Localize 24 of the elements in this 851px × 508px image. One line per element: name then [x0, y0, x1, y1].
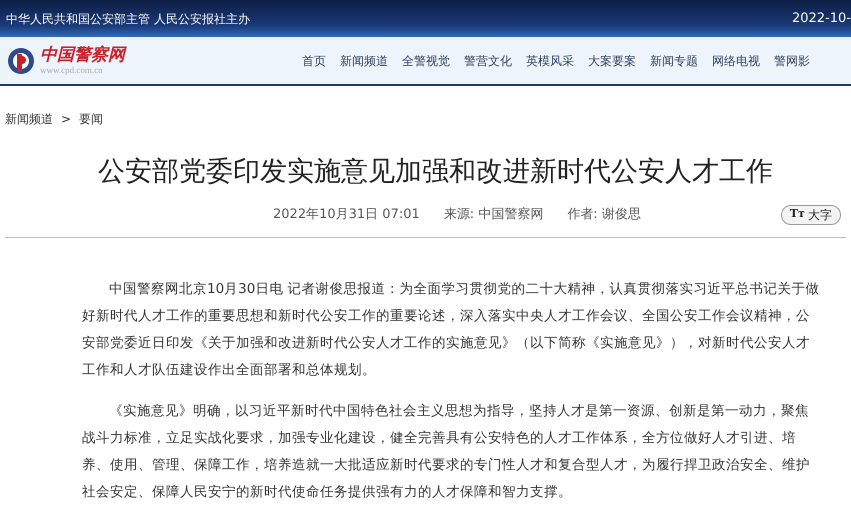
source-text: 来源: 中国警察网 [444, 206, 544, 224]
nav-link[interactable]: 首页 [302, 52, 326, 70]
article-paragraph: 《实施意见》明确，以习近平新时代中国特色社会主义思想为指导，坚持人才是第一资源、创新是第一动力，聚焦战斗力标准，立足实战化要求，加强专业化建设，健全完善具有公安特色的人才工作体系，全方位做好人才引进、培养、使用、管理、保障工作，培养造就一大批适应新时代要求的专门性人才和复合型人才，为履行捍卫政治安全、维护社会安定、保障人民安宁的新时代使命任务提供强有力的人才保障和智力支撑。 [82, 402, 811, 502]
article-title: 公安部党委印发实施意见加强和改进新时代公安人才工作 [98, 155, 774, 189]
nav-link[interactable]: 英模风采 [526, 52, 574, 70]
author-text: 作者: 谢俊思 [567, 206, 641, 224]
date-text: 2022-10- [792, 10, 851, 28]
breadcrumb-link[interactable]: 新闻频道 [5, 110, 53, 128]
breadcrumb-link[interactable]: 要闻 [79, 110, 104, 128]
nav-link[interactable]: 新闻专题 [650, 52, 698, 70]
nav-link[interactable]: 全警视觉 [402, 52, 450, 70]
logo-url: www.cpd.com.cn [40, 66, 104, 74]
breadcrumb-separator: > [61, 111, 72, 128]
nav-link[interactable]: 网络电视 [712, 52, 760, 70]
nav-link[interactable]: 新闻频道 [340, 52, 388, 70]
logo-text[interactable]: 中国警察网 [40, 46, 125, 64]
nav-link[interactable]: 大案要案 [588, 52, 636, 70]
slogan: 中华人民共和国公安部主管 人民公安报社主办 [6, 10, 250, 28]
article-paragraph: 中国警察网北京10月30日电 记者谢俊思报道：为全面学习贯彻党的二十大精神，认真贯彻落实习近平总书记关于做好新时代人才工作的重要思想和新时代公安工作的重要论述，深入落实中央人才工作会议、全国公安工作会议精神，公安部党委近日印发《关于加强和改进新时代公安人才工作的实施意见》（以下简称《实施意见》），对新时代公安人才工作和人才队伍建设作出全面部署和总体规划。 [82, 280, 821, 380]
nav-link[interactable]: 警营文化 [464, 52, 512, 70]
font-size-button[interactable]: Tт 大字 [780, 204, 841, 224]
logo-icon [6, 46, 36, 76]
publish-datetime: 2022年10月31日 07:01 [273, 206, 420, 224]
nav-link[interactable]: 警网影 [774, 52, 810, 70]
